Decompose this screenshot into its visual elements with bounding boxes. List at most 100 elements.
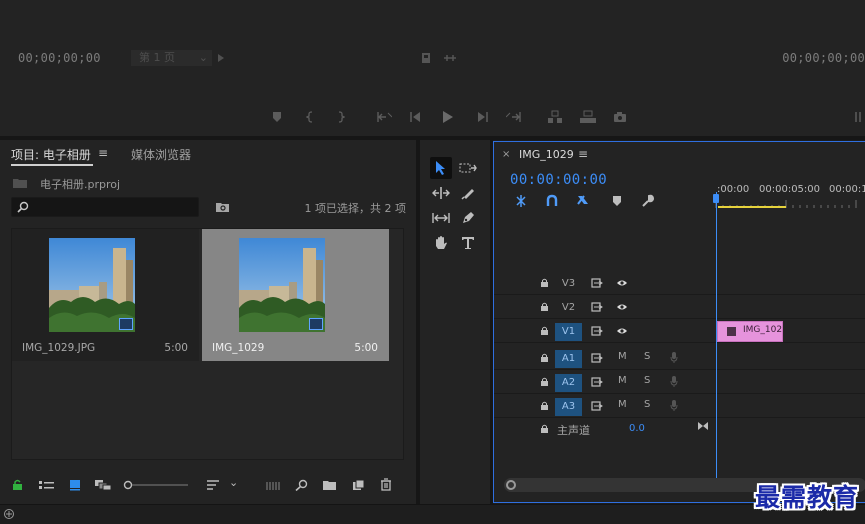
trash-icon[interactable] (380, 478, 392, 491)
mark-out-icon[interactable] (337, 111, 345, 123)
sync-lock-icon[interactable] (591, 302, 603, 312)
master-volume-value[interactable]: 0.0 (629, 423, 645, 434)
new-bin-icon[interactable] (322, 480, 337, 491)
cloud-sync-icon[interactable] (3, 508, 15, 520)
automate-to-sequence-icon[interactable] (266, 480, 282, 491)
panel-menu-icon[interactable]: ≡ (98, 146, 108, 160)
lock-icon[interactable] (12, 479, 23, 491)
clip-item-selected[interactable]: IMG_1029 5:00 (202, 229, 389, 361)
sync-lock-icon[interactable] (591, 401, 603, 411)
solo-button[interactable]: S (644, 399, 650, 410)
sync-lock-icon[interactable] (591, 278, 603, 288)
track-name[interactable]: A3 (555, 398, 582, 416)
wrench-icon[interactable] (641, 194, 655, 208)
timeline-clip[interactable]: IMG_102 (717, 321, 783, 342)
solo-button[interactable]: S (644, 375, 650, 386)
lock-icon[interactable] (540, 424, 549, 434)
sort-icon[interactable] (206, 480, 220, 491)
track-name[interactable]: A1 (555, 350, 582, 368)
export-frame-icon[interactable] (421, 52, 431, 64)
track-name[interactable]: V1 (555, 323, 582, 341)
zoom-slider[interactable] (123, 479, 189, 491)
settings-icon[interactable] (443, 53, 457, 63)
sync-lock-icon[interactable] (591, 353, 603, 363)
eye-icon[interactable] (616, 303, 628, 311)
find-icon[interactable] (295, 479, 308, 491)
lock-icon[interactable] (540, 278, 549, 288)
zoom-handle[interactable] (506, 480, 516, 490)
step-forward-icon[interactable] (476, 111, 488, 123)
work-area-bar[interactable] (718, 206, 786, 208)
tab-media-browser[interactable]: 媒体浏览器 (131, 146, 191, 163)
tab-project[interactable]: 项目: 电子相册 (11, 146, 91, 163)
playhead-timecode[interactable]: 00:00:00:00 (510, 172, 607, 188)
hand-tool[interactable] (430, 232, 452, 254)
panel-menu-icon[interactable]: ≡ (578, 147, 588, 161)
chevron-down-icon[interactable]: ⌄ (229, 476, 238, 489)
track-a2[interactable]: A2 M S (494, 371, 865, 394)
list-view-icon[interactable] (39, 480, 55, 491)
extract-icon[interactable] (579, 110, 597, 124)
track-select-tool[interactable] (457, 157, 479, 179)
mic-icon[interactable] (670, 400, 678, 412)
add-marker-icon[interactable] (272, 111, 282, 123)
selection-tool[interactable] (430, 157, 452, 179)
type-tool[interactable] (457, 232, 479, 254)
page-select-label: 第 1 页 (139, 51, 175, 64)
program-monitor: 00;00;00;00 第 1 页 ⌄ 00;00;00;00 (0, 0, 865, 136)
mic-icon[interactable] (670, 376, 678, 388)
lock-icon[interactable] (540, 401, 549, 411)
track-a3[interactable]: A3 M S (494, 395, 865, 418)
track-name[interactable]: V2 (555, 299, 582, 317)
page-select[interactable]: 第 1 页 ⌄ (131, 50, 212, 66)
ripple-edit-tool[interactable] (430, 182, 452, 204)
search-input[interactable] (11, 197, 199, 217)
step-back-icon[interactable] (410, 111, 422, 123)
mic-icon[interactable] (670, 352, 678, 364)
play-small-icon[interactable] (218, 54, 224, 62)
sequence-tab[interactable]: IMG_1029 (519, 148, 574, 161)
go-to-end-icon[interactable] (697, 421, 709, 431)
track-v1[interactable]: V1 (494, 320, 865, 343)
track-name[interactable]: V3 (555, 275, 582, 293)
snap-icon[interactable] (545, 194, 559, 208)
close-icon[interactable]: × (502, 149, 510, 160)
mute-button[interactable]: M (618, 351, 627, 362)
razor-tool[interactable] (457, 182, 479, 204)
track-v2[interactable]: V2 (494, 296, 865, 319)
new-item-icon[interactable] (352, 479, 365, 491)
track-a1[interactable]: A1 M S (494, 347, 865, 370)
lock-icon[interactable] (540, 302, 549, 312)
track-name[interactable]: A2 (555, 374, 582, 392)
freeform-view-icon[interactable] (94, 479, 112, 491)
play-icon[interactable] (442, 110, 454, 124)
new-search-bin-icon[interactable] (215, 201, 230, 213)
icon-view-icon[interactable] (69, 479, 81, 491)
sync-lock-icon[interactable] (591, 377, 603, 387)
nest-icon[interactable] (514, 194, 528, 208)
lock-icon[interactable] (540, 377, 549, 387)
monitor-timecode-right[interactable]: 00;00;00;00 (782, 51, 865, 65)
clip-item[interactable]: IMG_1029.JPG 5:00 (12, 229, 199, 361)
monitor-more-icon[interactable] (855, 111, 863, 123)
lock-icon[interactable] (540, 326, 549, 336)
mute-button[interactable]: M (618, 375, 627, 386)
go-to-out-icon[interactable] (506, 111, 522, 123)
monitor-timecode-left[interactable]: 00;00;00;00 (18, 51, 101, 65)
eye-icon[interactable] (616, 327, 628, 335)
pen-tool[interactable] (457, 207, 479, 229)
slip-tool[interactable] (430, 207, 452, 229)
lift-icon[interactable] (547, 110, 563, 124)
playhead-line[interactable] (716, 192, 717, 482)
lock-icon[interactable] (540, 353, 549, 363)
mute-button[interactable]: M (618, 399, 627, 410)
track-v3[interactable]: V3 (494, 272, 865, 295)
camera-icon[interactable] (613, 111, 627, 123)
linked-selection-icon[interactable] (576, 194, 590, 208)
mark-in-icon[interactable] (306, 111, 314, 123)
go-to-in-icon[interactable] (376, 111, 392, 123)
solo-button[interactable]: S (644, 351, 650, 362)
eye-icon[interactable] (616, 279, 628, 287)
sync-lock-icon[interactable] (591, 326, 603, 336)
add-marker-icon[interactable] (612, 195, 622, 207)
